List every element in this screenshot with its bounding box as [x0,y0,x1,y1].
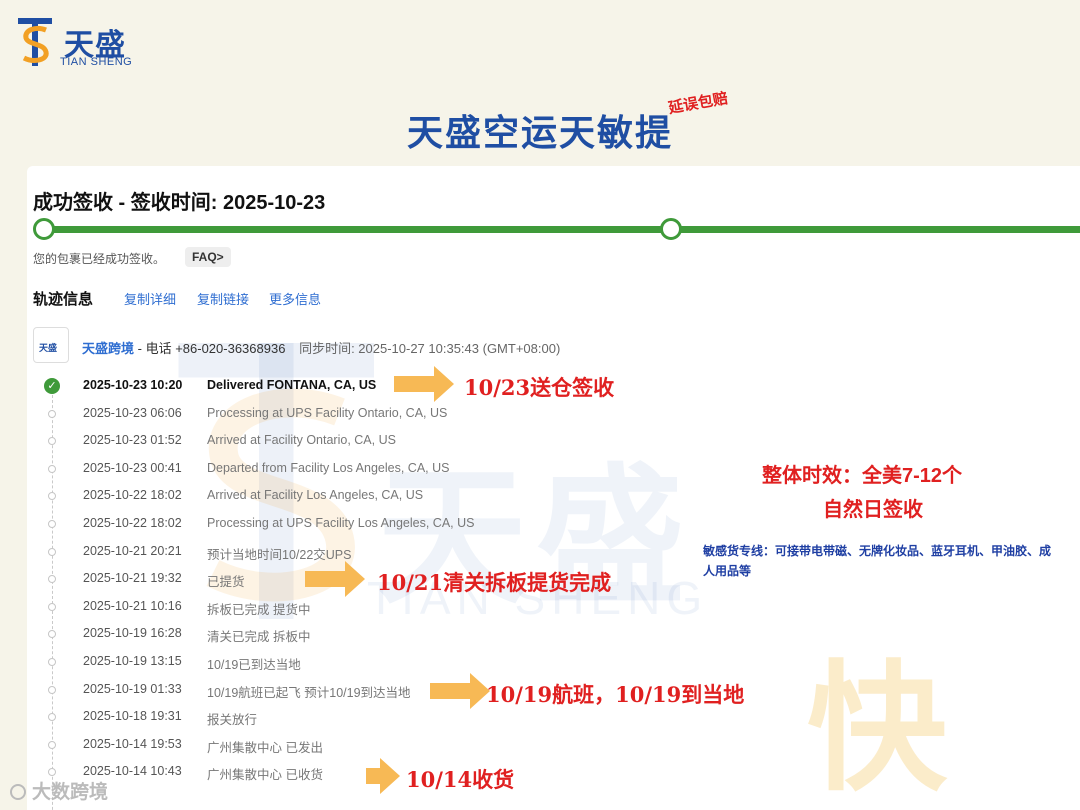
event-time: 2025-10-22 18:02 [83,488,182,503]
event-description: 拆板已完成 提货中 [207,602,311,617]
progress-mid-dot [660,218,682,240]
status-title: 成功签收 - 签收时间: 2025-10-23 [33,192,326,214]
event-description: Delivered FONTANA, CA, US [207,378,377,392]
event-description: 报关放行 [207,713,258,728]
brand-name-en: TIAN SHENG [60,56,133,68]
timeline-event: 2025-10-18 19:31 报关放行 [27,707,587,727]
event-time: 2025-10-23 06:06 [83,405,182,420]
progress-bar-fill [43,226,1080,233]
event-time: 2025-10-21 20:21 [83,543,182,558]
event-description: 10/19已到达当地 [207,658,301,672]
event-time: 2025-10-19 16:28 [83,626,182,641]
event-time: 2025-10-23 00:41 [83,460,182,475]
timeline-event: 2025-10-21 10:16 拆板已完成 提货中 [27,597,587,617]
timeline-event: 2025-10-23 00:41 Departed from Facility L… [27,459,587,479]
footer-watermark: 大数跨境 [10,777,108,804]
progress-start-dot [33,218,55,240]
timeline-dot-icon [48,713,56,722]
page-headline: 天盛空运天敏提 [406,113,673,154]
carrier-logo-text: 天盛 [39,343,58,353]
timeline-event: 2025-10-19 13:15 10/19已到达当地 [27,652,587,672]
delivery-progress [33,218,1080,240]
tracking-label: 轨迹信息 [33,291,94,308]
timeline-dot-icon [48,575,56,584]
status-note: 您的包裹已经成功签收。 [33,252,166,266]
timeline-event: 2025-10-22 18:02 Arrived at Facility Los … [27,486,587,506]
arrow-right-icon [430,673,490,709]
watermark-fast: 快 [807,650,948,807]
timeline-event: 2025-10-19 16:28 清关已完成 拆板中 [27,624,587,644]
event-description: Processing at UPS Facility Ontario, CA, … [207,405,448,420]
arrow-right-icon [394,366,454,402]
timeline-dot-icon [48,464,56,473]
more-info-link[interactable]: 更多信息 [269,289,321,308]
callout-text: 10/21清关拆板提货完成 [377,570,612,595]
event-time: 2025-10-22 18:02 [83,516,182,530]
copy-link-link[interactable]: 复制链接 [197,289,249,308]
faq-button[interactable]: FAQ> [185,247,231,267]
event-time: 2025-10-21 19:32 [83,571,182,586]
timeline-dot-icon [48,437,56,446]
timeline-event: 2025-10-23 06:06 Processing at UPS Facili… [27,404,587,424]
carrier-name-link[interactable]: 天盛跨境 [82,341,134,356]
summary-line-1: 整体时效：全美7-12个 [762,465,963,487]
sync-time: 同步时间: 2025-10-27 10:35:43 (GMT+08:00) [299,341,561,356]
event-description: Arrived at Facility Ontario, CA, US [207,433,396,448]
timeline-dot-icon [48,520,56,528]
event-time: 2025-10-21 10:16 [83,598,182,613]
timeline-dot-icon [48,768,56,777]
timeline-dot-icon [48,409,56,418]
timeline-event: 2025-10-23 01:52 Arrived at Facility Onta… [27,431,587,451]
sensitive-goods-note: 敏感货专线：可接带电带磁、无牌化妆品、蓝牙耳机、甲油胶、成人用品等 [703,544,1052,578]
timeline-dot-icon [48,547,56,556]
event-time: 2025-10-14 19:53 [83,736,182,751]
watermark-logo-mark [167,316,397,705]
arrow-right-icon [366,758,400,794]
callout-text: 10/14收货 [406,767,515,792]
copy-details-link[interactable]: 复制详细 [124,289,176,308]
tiansheng-logo-icon [18,18,52,66]
brand-logo: 天盛 TIAN SHENG [16,14,156,70]
timeline-dot-icon [48,630,56,639]
event-description: Arrived at Facility Los Angeles, CA, US [207,488,424,503]
event-time: 2025-10-19 13:15 [83,654,182,668]
timeline-dot-icon [48,740,56,749]
delivered-check-icon: ✓ [44,378,60,394]
event-description: Departed from Facility Los Angeles, CA, … [207,460,450,475]
event-time: 2025-10-18 19:31 [83,709,182,724]
arrow-right-icon [305,561,365,597]
tracking-panel: 天盛 TIAN SHENG 快 成功签收 - 签收时间: 2025-10-23 … [27,166,1080,810]
timeline-dot-icon [48,658,56,666]
event-description: 清关已完成 拆板中 [207,630,311,645]
event-description: Processing at UPS Facility Los Angeles, … [207,516,475,530]
summary-line-2: 自然日签收 [823,499,923,521]
callout-text: 10/19航班，10/19到当地 [486,682,745,707]
timeline-event: 2025-10-14 19:53 广州集散中心 已发出 [27,735,587,755]
carrier-logo: 天盛 [33,327,69,363]
event-time: 2025-10-23 10:20 [83,378,183,392]
event-description: 广州集散中心 已收货 [207,768,323,783]
watermark-ring-icon [10,784,26,800]
event-description: 10/19航班已起飞 预计10/19到达当地 [207,685,411,700]
event-time: 2025-10-23 01:52 [83,433,182,448]
event-description: 已提货 [207,575,245,590]
callout-text: 10/23送仓签收 [464,375,615,400]
timeline-dot-icon [48,602,56,611]
event-time: 2025-10-19 01:33 [83,681,182,696]
timeline-dot-icon [48,492,56,501]
carrier-phone: - 电话 +86-020-36368936 [137,341,286,356]
timeline-event: 2025-10-22 18:02 Processing at UPS Facili… [27,514,587,534]
timeline-dot-icon [48,685,56,694]
event-description: 广州集散中心 已发出 [207,740,323,755]
carrier-info: 天盛跨境 - 电话 +86-020-36368936 同步时间: 2025-10… [82,338,560,357]
